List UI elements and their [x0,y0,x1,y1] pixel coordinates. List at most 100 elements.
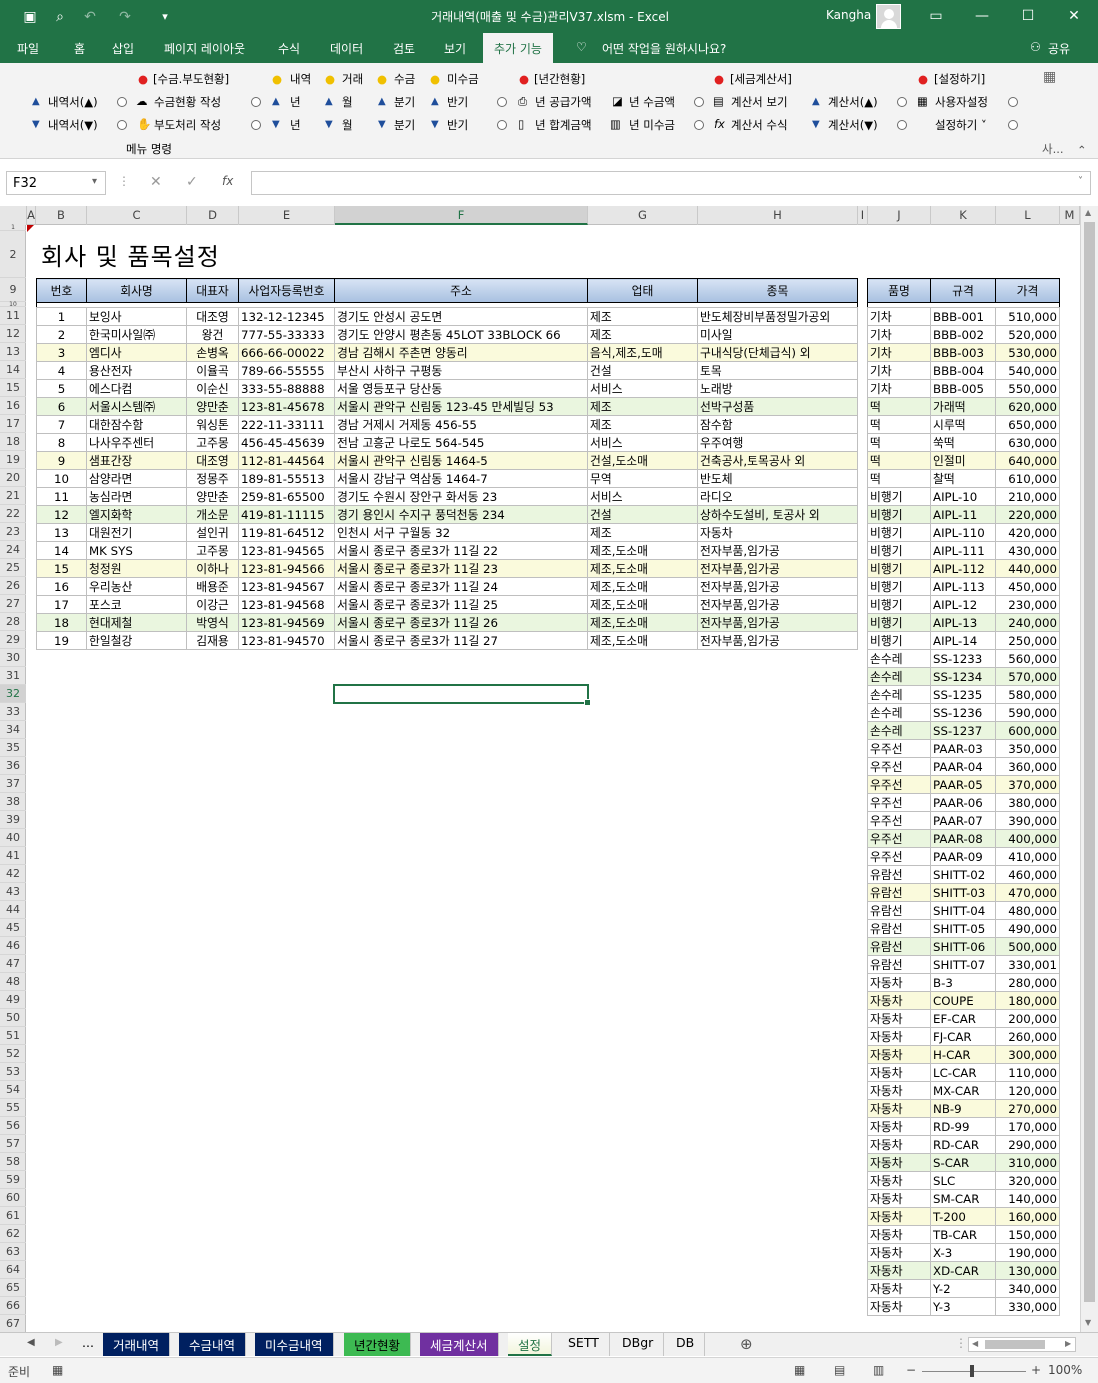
table-cell[interactable]: 김재용 [186,631,239,650]
row-header[interactable]: 38 [0,793,26,811]
table-cell[interactable]: 비행기 [867,595,931,614]
column-header-h[interactable]: H [698,206,858,225]
prev-sheet-icon[interactable]: ◀ [27,1337,35,1348]
ribbon-btn-annual-unpaid[interactable]: 년 미수금 [629,118,675,132]
table-cell[interactable]: 2 [36,325,87,344]
table-cell[interactable]: 600,000 [995,721,1060,740]
table-cell[interactable]: 경기도 안성시 공도면 [334,307,588,326]
table-cell[interactable]: 손수레 [867,649,931,668]
active-cell-f32[interactable] [333,684,591,706]
table-cell[interactable]: 210,000 [995,487,1060,506]
table-cell[interactable]: 132-12-12345 [238,307,335,326]
radio-option[interactable] [694,120,704,130]
sheet-tab-db[interactable]: DB [666,1333,706,1356]
table-cell[interactable]: 경남 거제시 거제동 456-55 [334,415,588,434]
table-cell[interactable]: T-200 [930,1207,996,1226]
table-cell[interactable]: 기차 [867,325,931,344]
table-cell[interactable]: PAAR-04 [930,757,996,776]
table-cell[interactable]: SS-1235 [930,685,996,704]
row-header[interactable]: 15 [0,379,26,397]
table-cell[interactable]: 189-81-55513 [238,469,335,488]
tab-splitter-icon[interactable]: ⋮ [955,1336,967,1350]
redo-icon[interactable]: ↷ [115,7,135,27]
row-header[interactable]: 67 [0,1315,26,1333]
table-cell[interactable]: 123-81-94568 [238,595,335,614]
table-cell[interactable]: 170,000 [995,1117,1060,1136]
tab-file[interactable]: 파일 [17,40,39,57]
table-cell[interactable]: 경기도 수원시 장안구 화서동 23 [334,487,588,506]
table-cell[interactable]: AIPL-13 [930,613,996,632]
row-header[interactable]: 40 [0,829,26,847]
name-box[interactable]: F32 [6,171,106,195]
table-cell[interactable]: 610,000 [995,469,1060,488]
table-cell[interactable]: 기차 [867,343,931,362]
user-name[interactable]: Kangha [826,8,871,22]
radio-option[interactable] [694,97,704,107]
table-cell[interactable]: 개소문 [186,505,239,524]
sheet-tab-annual[interactable]: 년간현황 [344,1333,412,1356]
name-box-dropdown-icon[interactable]: ▾ [92,176,97,187]
sheet-tab-transactions[interactable]: 거래내역 [103,1333,171,1356]
table-cell[interactable]: 제조,도소매 [587,613,698,632]
table-cell[interactable]: 자동차 [867,1243,931,1262]
table-cell[interactable]: 480,000 [995,901,1060,920]
column-header-l[interactable]: L [996,206,1060,225]
tab-add-ins[interactable]: 추가 기능 [483,33,553,65]
ribbon-btn-annual-total[interactable]: 년 합계금액 [535,118,592,132]
table-cell[interactable]: 630,000 [995,433,1060,452]
table-cell[interactable]: 가래떡 [930,397,996,416]
table-cell[interactable]: 자동차 [867,1297,931,1316]
radio-option[interactable] [117,120,127,130]
table-cell[interactable]: 440,000 [995,559,1060,578]
table-cell[interactable]: 우주선 [867,829,931,848]
table-cell[interactable]: 8 [36,433,87,452]
table-cell[interactable]: 14 [36,541,87,560]
table-cell[interactable]: SHITT-06 [930,937,996,956]
radio-option[interactable] [497,97,507,107]
table-cell[interactable]: SHITT-07 [930,955,996,974]
table-cell[interactable]: LC-CAR [930,1063,996,1082]
row-header[interactable]: 66 [0,1297,26,1315]
column-header-b[interactable]: B [36,206,87,225]
table-cell[interactable]: 제조 [587,415,698,434]
scroll-right-icon[interactable]: ▶ [1065,1339,1071,1348]
table-cell[interactable]: 전자부품,임가공 [697,559,858,578]
table-cell[interactable]: S-CAR [930,1153,996,1172]
table-cell[interactable]: 부산시 사하구 구평동 [334,361,588,380]
table-cell[interactable]: PAAR-03 [930,739,996,758]
table-cell[interactable]: 시루떡 [930,415,996,434]
table-cell[interactable]: SHITT-02 [930,865,996,884]
avatar[interactable] [876,4,901,29]
row-header[interactable]: 41 [0,847,26,865]
table-cell[interactable]: 500,000 [995,937,1060,956]
sheet-tab-dbgr[interactable]: DBgr [612,1333,665,1356]
table-cell[interactable]: 엠디사 [86,343,187,362]
table-cell[interactable]: 123-81-94570 [238,631,335,650]
row-header[interactable]: 21 [0,487,26,505]
minimize-icon[interactable]: — [962,4,1002,28]
row-header[interactable]: 58 [0,1153,26,1171]
tab-review[interactable]: 검토 [393,40,415,57]
table-cell[interactable]: 123-81-94566 [238,559,335,578]
table-cell[interactable]: 4 [36,361,87,380]
table-cell[interactable]: BBB-005 [930,379,996,398]
row-header[interactable]: 31 [0,667,26,685]
table-cell[interactable]: 유람선 [867,937,931,956]
table-cell[interactable]: 비행기 [867,613,931,632]
table-cell[interactable]: 360,000 [995,757,1060,776]
table-cell[interactable]: 손수레 [867,667,931,686]
table-cell[interactable]: 330,000 [995,1297,1060,1316]
radio-option[interactable] [897,97,907,107]
table-cell[interactable]: 유람선 [867,955,931,974]
ribbon-btn-half-down[interactable]: 반기 [447,118,468,132]
row-header[interactable]: 35 [0,739,26,757]
table-cell[interactable]: 330,001 [995,955,1060,974]
normal-view-icon[interactable]: ▦ [794,1363,805,1377]
table-cell[interactable]: 420,000 [995,523,1060,542]
tab-home[interactable]: 홈 [74,40,85,57]
row-header[interactable]: 32 [0,685,26,703]
horizontal-scrollbar[interactable]: ◀ ▶ [968,1337,1076,1352]
table-cell[interactable]: 112-81-44564 [238,451,335,470]
table-cell[interactable]: 유람선 [867,919,931,938]
table-cell[interactable]: Y-3 [930,1297,996,1316]
